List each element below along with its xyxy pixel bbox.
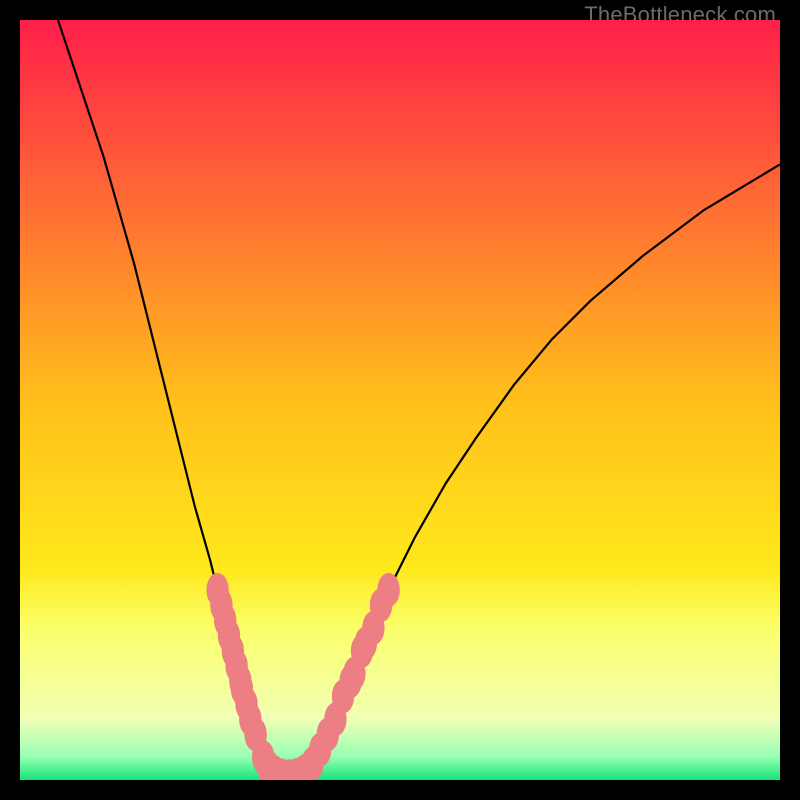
chart-background — [20, 20, 780, 780]
data-point — [377, 573, 399, 607]
chart-frame — [20, 20, 780, 780]
bottleneck-chart — [20, 20, 780, 780]
